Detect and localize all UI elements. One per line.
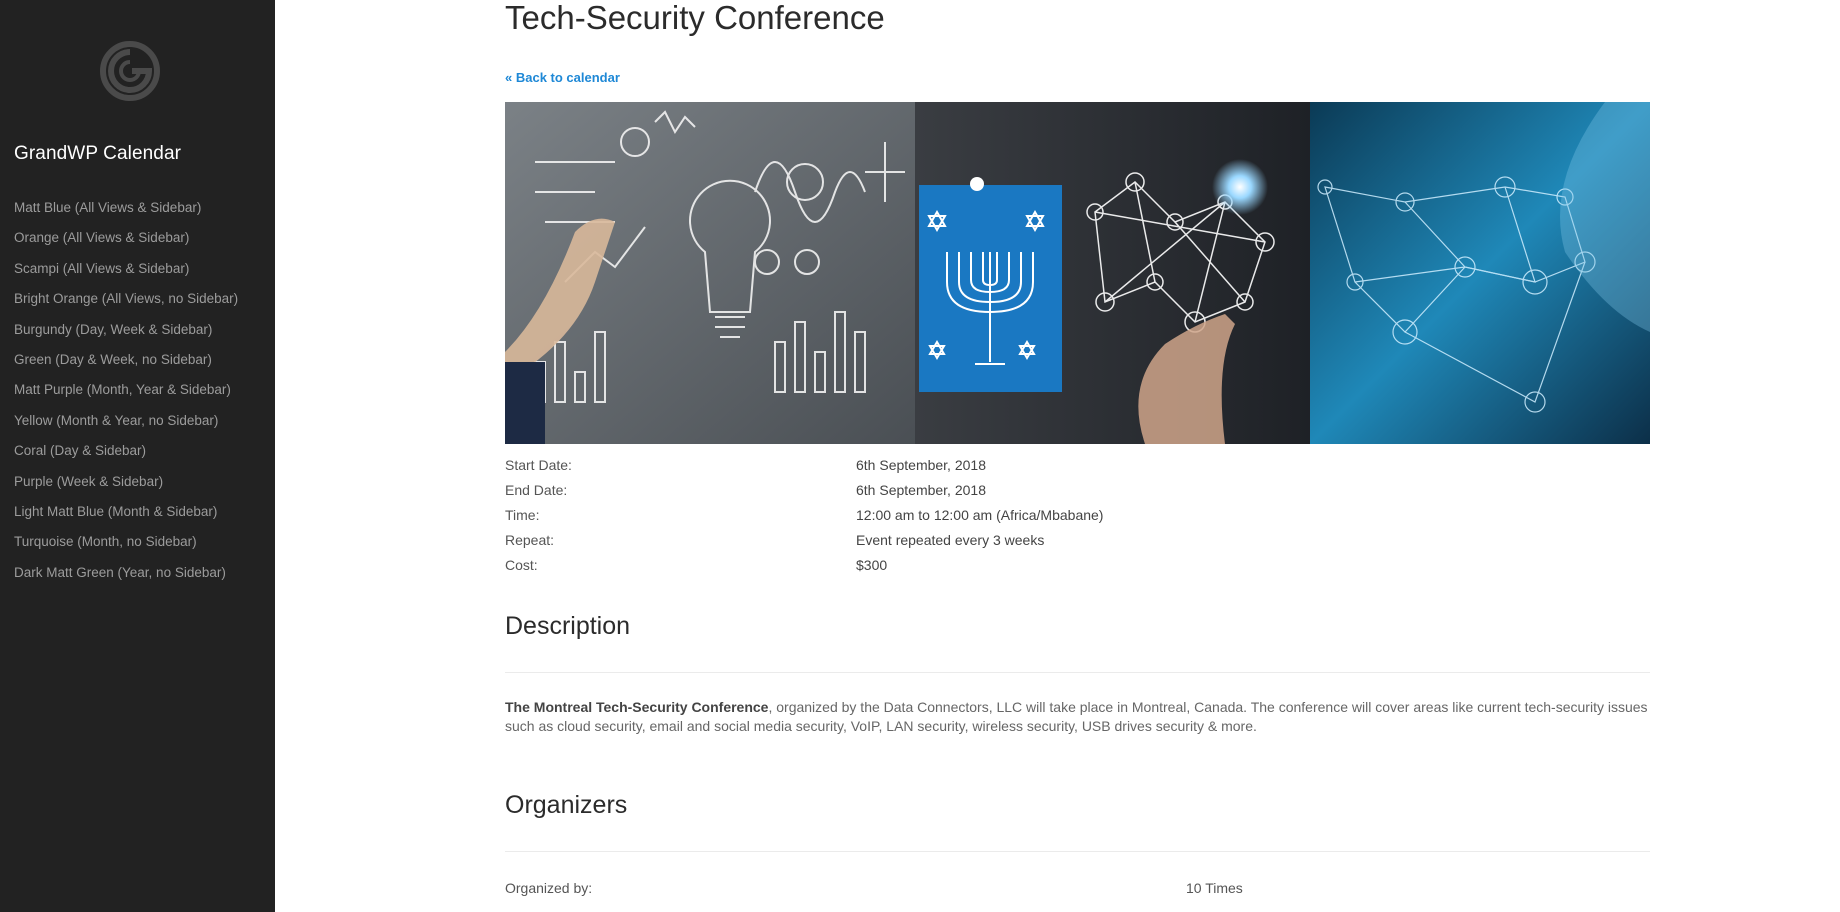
sidebar: GrandWP Calendar Matt Blue (All Views & … <box>0 0 275 912</box>
sidebar-item-link[interactable]: Light Matt Blue (Month & Sidebar) <box>14 504 217 519</box>
description-heading: Description <box>505 612 631 640</box>
end-date-value: 6th September, 2018 <box>856 482 986 498</box>
list-item: Turquoise (Month, no Sidebar) <box>14 533 238 563</box>
list-item: Green (Day & Week, no Sidebar) <box>14 351 238 381</box>
sidebar-item-link[interactable]: Coral (Day & Sidebar) <box>14 443 146 458</box>
theme-list: Matt Blue (All Views & Sidebar) Orange (… <box>14 199 238 594</box>
event-description: The Montreal Tech-Security Conference, o… <box>505 698 1650 736</box>
organizers-heading: Organizers <box>505 791 628 819</box>
cost-value: $300 <box>856 557 888 573</box>
list-item: Matt Blue (All Views & Sidebar) <box>14 199 238 229</box>
event-banner-image <box>505 102 1650 444</box>
repeat-value: Event repeated every 3 weeks <box>856 532 1045 548</box>
detail-row: Start Date: 6th September, 2018 <box>505 455 1405 480</box>
description-bold-text: The Montreal Tech-Security Conference <box>505 699 769 715</box>
event-details: Start Date: 6th September, 2018 End Date… <box>505 455 1405 580</box>
divider <box>505 851 1650 852</box>
page: GrandWP Calendar Matt Blue (All Views & … <box>0 0 1840 912</box>
time-value: 12:00 am to 12:00 am (Africa/Mbabane) <box>856 507 1104 523</box>
detail-row: Cost: $300 <box>505 555 1405 580</box>
start-date-label: Start Date: <box>505 457 572 473</box>
cost-label: Cost: <box>505 557 538 573</box>
sidebar-item-link[interactable]: Scampi (All Views & Sidebar) <box>14 261 189 276</box>
detail-row: End Date: 6th September, 2018 <box>505 480 1405 505</box>
end-date-label: End Date: <box>505 482 568 498</box>
sidebar-item-link[interactable]: Orange (All Views & Sidebar) <box>14 230 189 245</box>
back-to-calendar-link[interactable]: « Back to calendar <box>505 70 620 85</box>
sidebar-item-link[interactable]: Turquoise (Month, no Sidebar) <box>14 534 197 549</box>
start-date-value: 6th September, 2018 <box>856 457 986 473</box>
list-item: Orange (All Views & Sidebar) <box>14 229 238 259</box>
list-item: Bright Orange (All Views, no Sidebar) <box>14 290 238 320</box>
detail-row: Repeat: Event repeated every 3 weeks <box>505 530 1405 555</box>
list-item: Purple (Week & Sidebar) <box>14 473 238 503</box>
sidebar-item-link[interactable]: Yellow (Month & Year, no Sidebar) <box>14 413 218 428</box>
brand-title[interactable]: GrandWP Calendar <box>14 143 181 165</box>
sidebar-item-link[interactable]: Purple (Week & Sidebar) <box>14 474 163 489</box>
list-item: Burgundy (Day, Week & Sidebar) <box>14 321 238 351</box>
sidebar-item-link[interactable]: Green (Day & Week, no Sidebar) <box>14 352 212 367</box>
sidebar-item-link[interactable]: Burgundy (Day, Week & Sidebar) <box>14 322 212 337</box>
detail-row: Time: 12:00 am to 12:00 am (Africa/Mbaba… <box>505 505 1405 530</box>
organized-count: 10 Times <box>1186 880 1243 896</box>
list-item: Coral (Day & Sidebar) <box>14 442 238 472</box>
list-item: Scampi (All Views & Sidebar) <box>14 260 238 290</box>
grandwp-logo-icon[interactable] <box>99 40 161 102</box>
list-item: Yellow (Month & Year, no Sidebar) <box>14 412 238 442</box>
divider <box>505 672 1650 673</box>
list-item: Dark Matt Green (Year, no Sidebar) <box>14 564 238 594</box>
sidebar-item-link[interactable]: Matt Purple (Month, Year & Sidebar) <box>14 382 231 397</box>
sidebar-item-link[interactable]: Bright Orange (All Views, no Sidebar) <box>14 291 238 306</box>
page-title: Tech-Security Conference <box>505 0 885 36</box>
sidebar-item-link[interactable]: Matt Blue (All Views & Sidebar) <box>14 200 201 215</box>
time-label: Time: <box>505 507 540 523</box>
sidebar-item-link[interactable]: Dark Matt Green (Year, no Sidebar) <box>14 565 226 580</box>
list-item: Light Matt Blue (Month & Sidebar) <box>14 503 238 533</box>
repeat-label: Repeat: <box>505 532 555 548</box>
list-item: Matt Purple (Month, Year & Sidebar) <box>14 381 238 411</box>
organized-by-label: Organized by: <box>505 880 593 896</box>
